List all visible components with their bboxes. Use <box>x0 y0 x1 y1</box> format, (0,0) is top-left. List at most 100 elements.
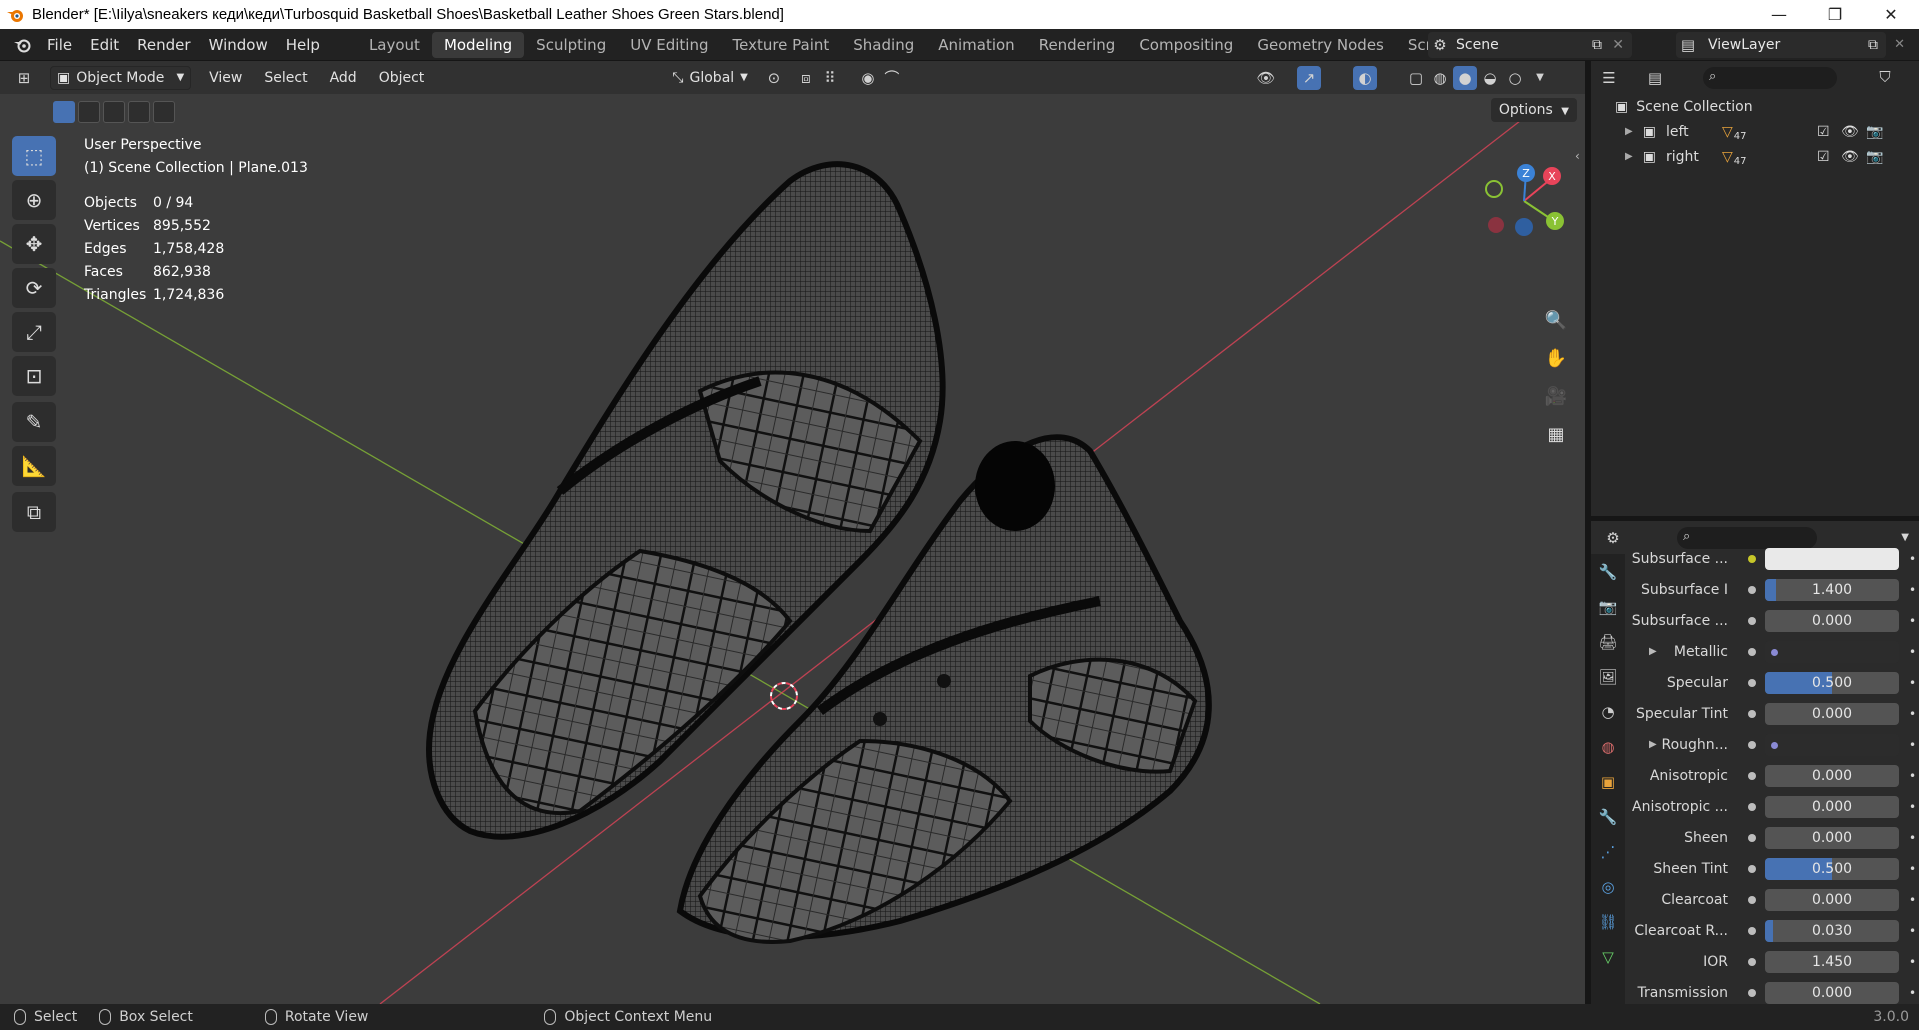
socket-dot-icon[interactable] <box>1748 895 1756 904</box>
outliner-editor-type-icon[interactable]: ☰ <box>1597 66 1621 90</box>
scale-tool-icon[interactable]: ⤢ <box>12 312 56 352</box>
minimize-button[interactable]: — <box>1751 0 1807 29</box>
material-shading-icon[interactable]: ◒ <box>1478 66 1502 90</box>
socket-dot-icon[interactable] <box>1748 771 1756 780</box>
menu-add[interactable]: Add <box>324 66 363 90</box>
snap-target-icon[interactable]: ⠿ <box>818 66 842 90</box>
property-value-field[interactable]: 0.000 <box>1765 795 1899 818</box>
duplicate-viewlayer-icon[interactable]: ⧉ <box>1868 37 1878 53</box>
visibility-eye-icon[interactable]: 👁 <box>1841 149 1859 165</box>
camera-view-icon[interactable]: 🎥 <box>1540 380 1572 412</box>
tab-texture-paint[interactable]: Texture Paint <box>720 32 841 58</box>
snap-toggle-icon[interactable]: ⧈ <box>794 66 818 90</box>
close-button[interactable]: ✕ <box>1863 0 1919 29</box>
property-value-field[interactable]: 0.000 <box>1765 609 1899 632</box>
socket-dot-icon[interactable] <box>1748 802 1756 811</box>
restore-button[interactable]: ❐ <box>1807 0 1863 29</box>
overlay-toggle-icon[interactable]: ◐ <box>1353 65 1377 90</box>
measure-tool-icon[interactable]: 📐 <box>12 446 56 486</box>
render-camera-icon[interactable]: 📷 <box>1866 149 1883 165</box>
property-value-field[interactable]: 1.450 <box>1765 950 1899 973</box>
filter-icon[interactable]: ⛉ <box>1873 65 1897 89</box>
property-value-field[interactable]: Basketball_Lea... <box>1765 640 1899 663</box>
property-value-field[interactable]: 0.030 <box>1765 919 1899 942</box>
keyframe-dot-icon[interactable]: • <box>1909 769 1916 783</box>
socket-dot-icon[interactable] <box>1748 988 1756 997</box>
neg-y-axis-handle[interactable] <box>1485 180 1503 198</box>
keyframe-dot-icon[interactable]: • <box>1909 676 1916 690</box>
outliner-search-input[interactable]: ⌕ <box>1703 67 1837 89</box>
tab-geometry-nodes[interactable]: Geometry Nodes <box>1245 32 1396 58</box>
socket-dot-icon[interactable] <box>1748 957 1756 966</box>
property-value-field[interactable]: 1.400 <box>1765 578 1899 601</box>
property-value-field[interactable] <box>1765 547 1899 570</box>
sidebar-toggle-icon[interactable]: ‹ <box>1575 149 1580 163</box>
falloff-icon[interactable]: ⌒ <box>880 66 904 90</box>
tab-animation[interactable]: Animation <box>926 32 1026 58</box>
tab-rendering[interactable]: Rendering <box>1027 32 1128 58</box>
transform-tool-icon[interactable]: ⊡ <box>12 356 56 396</box>
tab-shading[interactable]: Shading <box>841 32 926 58</box>
keyframe-dot-icon[interactable]: • <box>1909 738 1916 752</box>
property-value-field[interactable]: 0.500 <box>1765 671 1899 694</box>
socket-dot-icon[interactable] <box>1748 554 1756 563</box>
move-tool-icon[interactable]: ✥ <box>12 224 56 264</box>
3d-cursor[interactable] <box>770 682 798 710</box>
menu-object[interactable]: Object <box>373 66 431 90</box>
expand-arrow-icon[interactable]: ▶ <box>1625 151 1633 162</box>
perspective-toggle-icon[interactable]: ▦ <box>1540 418 1572 450</box>
socket-dot-icon[interactable] <box>1748 864 1756 873</box>
keyframe-dot-icon[interactable]: • <box>1909 955 1916 969</box>
select-intersect-button[interactable] <box>153 101 175 123</box>
zoom-icon[interactable]: 🔍 <box>1540 304 1572 336</box>
expand-arrow-icon[interactable]: ▶ <box>1649 646 1657 657</box>
pivot-point-icon[interactable]: ⊙ <box>762 66 786 90</box>
navigation-gizmo[interactable]: X Y Z <box>1474 151 1574 251</box>
socket-dot-icon[interactable] <box>1748 647 1756 656</box>
select-subtract-button[interactable] <box>103 101 125 123</box>
menu-view[interactable]: View <box>203 66 248 90</box>
3d-viewport[interactable]: ⊞ ▣ Object Mode ▼ View Select Add Object… <box>0 61 1585 1004</box>
property-value-field[interactable]: 0.000 <box>1765 764 1899 787</box>
keyframe-dot-icon[interactable]: • <box>1909 986 1916 1000</box>
keyframe-dot-icon[interactable]: • <box>1909 893 1916 907</box>
keyframe-dot-icon[interactable]: • <box>1909 831 1916 845</box>
tab-compositing[interactable]: Compositing <box>1127 32 1245 58</box>
neg-x-axis-handle[interactable] <box>1488 217 1504 233</box>
socket-dot-icon[interactable] <box>1748 833 1756 842</box>
socket-dot-icon[interactable] <box>1748 678 1756 687</box>
keyframe-dot-icon[interactable]: • <box>1909 707 1916 721</box>
keyframe-dot-icon[interactable]: • <box>1909 552 1916 566</box>
visibility-selector-icon[interactable]: 👁 <box>1254 66 1278 90</box>
add-cube-tool-icon[interactable]: ⧉ <box>12 492 56 532</box>
exclude-checkbox[interactable]: ☑ <box>1817 124 1830 140</box>
rendered-shading-icon[interactable]: ○ <box>1503 66 1527 90</box>
socket-dot-icon[interactable] <box>1748 709 1756 718</box>
menu-edit[interactable]: Edit <box>81 32 128 58</box>
remove-viewlayer-icon[interactable]: ✕ <box>1894 37 1905 52</box>
keyframe-dot-icon[interactable]: • <box>1909 583 1916 597</box>
exclude-checkbox[interactable]: ☑ <box>1817 149 1830 165</box>
visibility-eye-icon[interactable]: 👁 <box>1841 124 1859 140</box>
viewlayer-selector[interactable]: ▤ ViewLayer ⧉ <box>1676 32 1886 58</box>
neg-z-axis-handle[interactable] <box>1515 218 1533 236</box>
xray-toggle-icon[interactable]: ▢ <box>1404 66 1428 90</box>
tab-sculpting[interactable]: Sculpting <box>524 32 618 58</box>
keyframe-dot-icon[interactable]: • <box>1909 924 1916 938</box>
cursor-tool-icon[interactable]: ⊕ <box>12 180 56 220</box>
select-extend-button[interactable] <box>78 101 100 123</box>
property-value-field[interactable]: 0.500 <box>1765 857 1899 880</box>
property-value-field[interactable]: 0.000 <box>1765 888 1899 911</box>
menu-help[interactable]: Help <box>277 32 329 58</box>
editor-type-icon[interactable]: ⊞ <box>12 66 36 90</box>
menu-file[interactable]: File <box>38 32 81 58</box>
expand-arrow-icon[interactable]: ▶ <box>1649 739 1657 750</box>
pan-hand-icon[interactable]: ✋ <box>1540 342 1572 374</box>
property-value-field[interactable]: Basketball_Lea... <box>1765 733 1899 756</box>
chevron-down-icon[interactable]: ▼ <box>1901 532 1909 543</box>
expand-arrow-icon[interactable]: ▶ <box>1625 126 1633 137</box>
annotate-tool-icon[interactable]: ✎ <box>12 402 56 442</box>
socket-dot-icon[interactable] <box>1748 616 1756 625</box>
scene-selector[interactable]: ⚙ Scene ⧉ ✕ <box>1428 32 1632 58</box>
render-camera-icon[interactable]: 📷 <box>1866 124 1883 140</box>
